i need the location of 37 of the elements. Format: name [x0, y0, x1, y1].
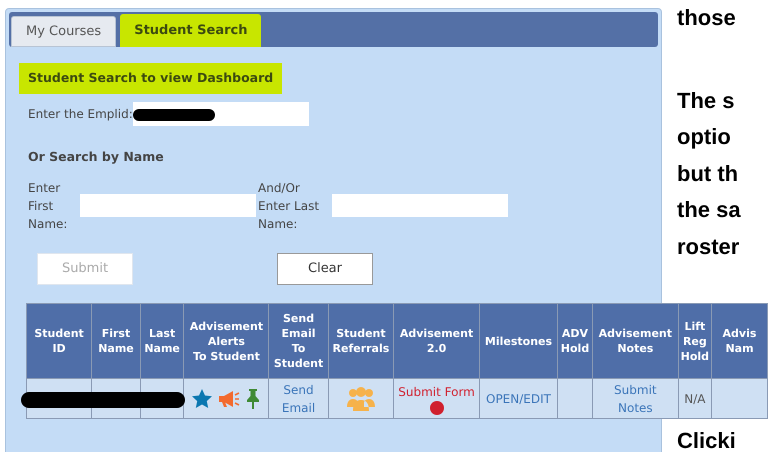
star-icon[interactable] [192, 389, 212, 408]
form-button[interactable]: Clear [277, 252, 373, 284]
field-label: Enter First Name: [28, 180, 68, 232]
text-line: roster [677, 232, 740, 260]
last-name-field[interactable] [332, 194, 508, 217]
column-header: Milestones [479, 304, 558, 378]
tab[interactable]: My Courses [11, 16, 116, 47]
table-link[interactable]: Submit Notes [592, 380, 678, 416]
text-line: Clicki [677, 427, 737, 452]
column-header: ADV Hold [558, 304, 592, 378]
emplid-field[interactable] [132, 102, 309, 126]
column-header: First Name [92, 304, 140, 378]
people-icon[interactable] [346, 386, 375, 410]
column-header: Advis Nam [711, 304, 768, 378]
text-line: The s [677, 86, 736, 114]
table-cell: N/A [684, 392, 706, 406]
column-header: Lift Reg Hold [678, 304, 712, 378]
section-heading: Student Search to view Dashboard [19, 63, 282, 94]
text-line: but th [677, 160, 740, 188]
first-name-field[interactable] [80, 194, 256, 217]
tab[interactable]: Student Search [120, 14, 262, 47]
column-header: Send Email To Student [268, 304, 328, 378]
table-link[interactable]: Send Email [269, 380, 328, 416]
column-header: Student ID [26, 304, 92, 378]
column-header: Advisement 2.0 [394, 304, 480, 378]
column-header: Student Referrals [328, 304, 394, 378]
column-header: Last Name [140, 304, 184, 378]
megaphone-icon[interactable] [218, 390, 240, 408]
text-line: the sa [677, 196, 742, 224]
column-header: Advisement Alerts To Student [184, 304, 269, 378]
field-label: Enter the Emplid: [28, 106, 133, 123]
section-title: Or Search by Name [27, 148, 165, 166]
column-header: Advisement Notes [592, 304, 678, 378]
field-label: And/Or Enter Last Name: [258, 180, 320, 232]
text-line: optio [677, 123, 732, 151]
pushpin-icon[interactable] [246, 388, 260, 408]
text-line: those [677, 4, 737, 32]
